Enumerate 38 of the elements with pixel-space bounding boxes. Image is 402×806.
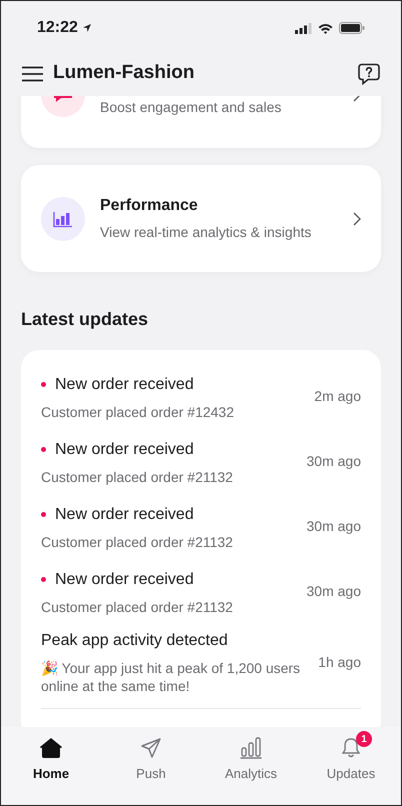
section-title: Latest updates [21,308,150,331]
notification-badge: 1 [356,731,372,747]
battery-icon [339,22,365,34]
app-title: Lumen-Fashion [53,61,194,86]
tab-bar-item[interactable]: Push [101,735,201,785]
update-text: 🎉 Your app just hit a peak of 1,200 users online at the same time! [41,659,302,695]
update-text: Customer placed order #12432 [41,402,236,420]
menu-icon[interactable] [22,66,43,82]
update-title: Peak app activity detected [41,631,228,651]
update-title: New order received [55,504,194,524]
update-title: New order received [55,374,194,394]
update-text: Customer placed order #21132 [41,598,234,616]
home-icon [39,737,63,759]
update-time: 30m ago [306,582,361,601]
update-time: 1h ago [318,652,361,672]
wifi-icon [318,22,333,34]
card-title: Performance [100,196,199,216]
update-time: 2m ago [314,387,361,406]
card-subtitle: View real-time analytics & insights [100,223,312,242]
update-text: Customer placed order #21132 [41,532,234,550]
tab-bar-item[interactable]: Analytics [201,735,301,785]
update-time: 30m ago [306,517,361,536]
update-title: New order received [55,440,194,460]
signal-icon [295,22,312,34]
paper-plane-icon [140,737,162,759]
help-chat-icon[interactable] [358,62,380,84]
update-time: 30m ago [306,452,361,471]
tab-bar-item[interactable]: Home [1,735,101,785]
feature-card[interactable]: Boost engagement and sales [21,96,381,148]
bar-chart-icon [240,737,262,759]
status-time: 12:22 [37,18,78,38]
bar-chart-icon [41,196,85,240]
location-icon [82,23,92,33]
update-text: Customer placed order #21132 [41,468,234,486]
card-subtitle: Boost engagement and sales [100,98,282,117]
feature-card[interactable]: Performance View real-time analytics & insights [21,165,381,272]
bell-icon [340,737,362,759]
update-title: New order received [55,570,194,590]
